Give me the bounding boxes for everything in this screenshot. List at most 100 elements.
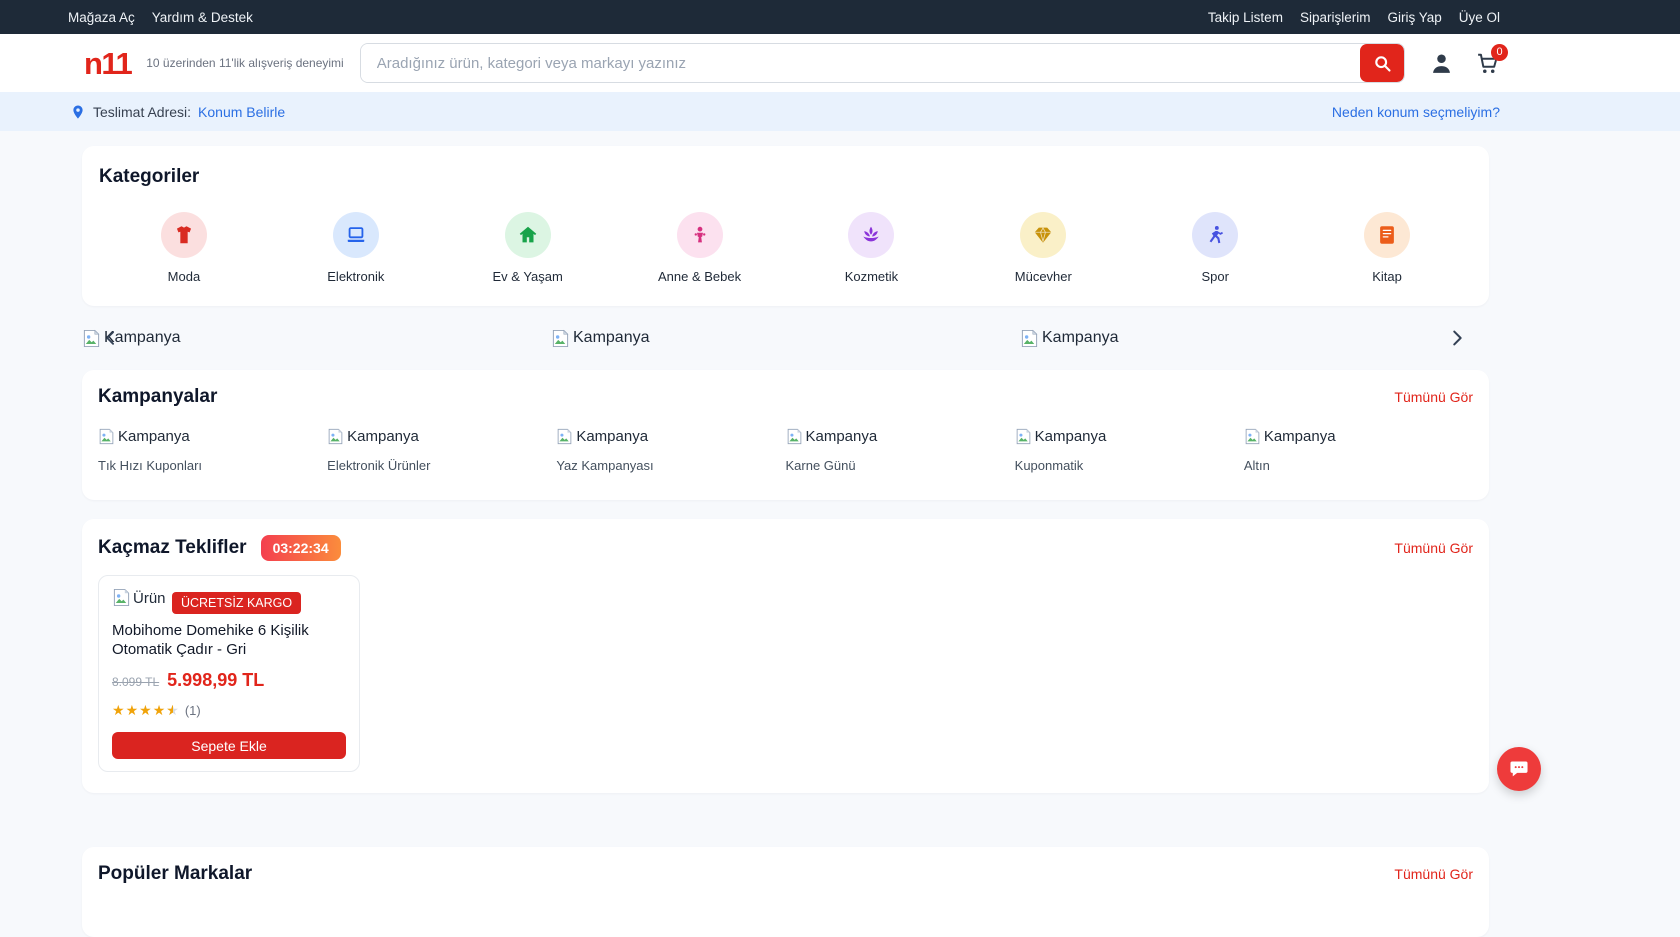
hero-banner-carousel: Kampanya Kampanya Kampanya <box>82 318 1489 358</box>
category-item-spor[interactable]: Spor <box>1129 212 1301 284</box>
product-image-alt: Ürün <box>133 590 166 607</box>
review-count: (1) <box>185 703 201 718</box>
campaigns-see-all-link[interactable]: Tümünü Gör <box>1394 389 1473 405</box>
laptop-icon <box>333 212 379 258</box>
n11-logo[interactable]: n11 <box>84 48 131 79</box>
broken-image-icon <box>98 428 115 445</box>
site-header: n11 10 üzerinden 11'lik alışveriş deneyi… <box>0 34 1680 92</box>
category-item-kozmetik[interactable]: Kozmetik <box>786 212 958 284</box>
campaign-caption: Tık Hızı Kuponları <box>98 458 327 473</box>
hero-slide[interactable]: Kampanya <box>1020 329 1489 348</box>
product-card[interactable]: Ürün ÜCRETSİZ KARGO Mobihome Domehike 6 … <box>98 575 360 772</box>
campaign-image-alt: Kampanya <box>1264 428 1336 445</box>
search-icon <box>1372 53 1393 74</box>
broken-image-icon <box>556 428 573 445</box>
campaign-image-alt: Kampanya <box>806 428 878 445</box>
campaign-item[interactable]: Kampanya Karne Günü <box>786 428 1015 473</box>
carousel-prev-button[interactable] <box>101 328 121 348</box>
category-label: Moda <box>168 269 201 284</box>
product-image-area: Ürün ÜCRETSİZ KARGO <box>112 588 346 614</box>
set-location-link[interactable]: Konum Belirle <box>198 104 285 120</box>
cart-button[interactable]: 0 <box>1475 51 1500 76</box>
campaign-image-alt: Kampanya <box>347 428 419 445</box>
tshirt-icon <box>161 212 207 258</box>
countdown-timer-badge: 03:22:34 <box>261 535 341 561</box>
top-utility-bar: Mağaza Aç Yardım & Destek Takip Listem S… <box>0 0 1680 34</box>
watchlist-link[interactable]: Takip Listem <box>1208 10 1283 25</box>
search-button[interactable] <box>1360 44 1404 82</box>
broken-image-icon <box>1015 428 1032 445</box>
cart-count-badge: 0 <box>1491 44 1508 61</box>
campaign-item[interactable]: Kampanya Tık Hızı Kuponları <box>98 428 327 473</box>
header-actions: 0 <box>1429 51 1500 76</box>
baby-icon <box>677 212 723 258</box>
broken-image-icon <box>551 329 570 348</box>
star-icon: ★ <box>112 702 125 719</box>
chat-button[interactable] <box>1497 747 1541 791</box>
home-icon <box>505 212 551 258</box>
chevron-left-icon <box>101 328 121 348</box>
categories-title: Kategoriler <box>99 166 1473 188</box>
main-content: Kategoriler Moda Elektronik Ev & Yaşam <box>0 131 1680 937</box>
category-item-kitap[interactable]: Kitap <box>1301 212 1473 284</box>
category-item-elektronik[interactable]: Elektronik <box>270 212 442 284</box>
half-star-icon: ★★ <box>166 702 179 719</box>
category-label: Anne & Bebek <box>658 269 741 284</box>
campaigns-title: Kampanyalar <box>98 386 217 408</box>
account-button[interactable] <box>1429 51 1454 76</box>
broken-image-icon <box>327 428 344 445</box>
campaign-image-alt: Kampanya <box>118 428 190 445</box>
location-pin-icon <box>70 104 86 120</box>
category-item-moda[interactable]: Moda <box>98 212 270 284</box>
category-item-ev-yasam[interactable]: Ev & Yaşam <box>442 212 614 284</box>
popular-brands-section: Popüler Markalar Tümünü Gör <box>82 847 1489 937</box>
search-bar <box>360 43 1405 83</box>
broken-image-icon <box>82 329 101 348</box>
campaigns-grid: Kampanya Tık Hızı Kuponları Kampanya Ele… <box>98 428 1473 473</box>
carousel-next-button[interactable] <box>1446 327 1468 349</box>
why-location-link[interactable]: Neden konum seçmeliyim? <box>1332 104 1500 120</box>
broken-image-icon: Ürün <box>112 588 166 607</box>
chevron-right-icon <box>1446 327 1468 349</box>
deals-see-all-link[interactable]: Tümünü Gör <box>1394 540 1473 556</box>
hero-slide[interactable]: Kampanya <box>82 329 551 348</box>
campaign-item[interactable]: Kampanya Altın <box>1244 428 1473 473</box>
search-input[interactable] <box>361 44 1360 82</box>
category-label: Spor <box>1201 269 1228 284</box>
campaign-caption: Elektronik Ürünler <box>327 458 556 473</box>
topbar-left-links: Mağaza Aç Yardım & Destek <box>68 10 253 25</box>
open-store-link[interactable]: Mağaza Aç <box>68 10 135 25</box>
brands-see-all-link[interactable]: Tümünü Gör <box>1394 866 1473 882</box>
help-support-link[interactable]: Yardım & Destek <box>152 10 253 25</box>
campaign-item[interactable]: Kampanya Elektronik Ürünler <box>327 428 556 473</box>
product-price: 5.998,99 TL <box>167 670 264 691</box>
product-rating: ★★★★★★ (1) <box>112 702 346 719</box>
popular-brands-title: Popüler Markalar <box>98 863 252 885</box>
deals-section: Kaçmaz Teklifler 03:22:34 Tümünü Gör Ürü… <box>82 519 1489 793</box>
register-link[interactable]: Üye Ol <box>1459 10 1500 25</box>
orders-link[interactable]: Siparişlerim <box>1300 10 1371 25</box>
add-to-cart-button[interactable]: Sepete Ekle <box>112 732 346 759</box>
campaign-item[interactable]: Kampanya Yaz Kampanyası <box>556 428 785 473</box>
hero-slide[interactable]: Kampanya <box>551 329 1020 348</box>
category-label: Elektronik <box>327 269 384 284</box>
campaign-image-alt: Kampanya <box>1035 428 1107 445</box>
category-item-mucevher[interactable]: Mücevher <box>957 212 1129 284</box>
category-label: Kozmetik <box>845 269 898 284</box>
campaign-item[interactable]: Kampanya Kuponmatik <box>1015 428 1244 473</box>
book-icon <box>1364 212 1410 258</box>
category-label: Mücevher <box>1015 269 1072 284</box>
star-icon: ★ <box>126 702 139 719</box>
deals-title: Kaçmaz Teklifler <box>98 537 247 559</box>
hero-slide-alt-text: Kampanya <box>1042 329 1119 347</box>
campaign-caption: Yaz Kampanyası <box>556 458 785 473</box>
campaign-image-alt: Kampanya <box>576 428 648 445</box>
brand-tagline: 10 üzerinden 11'lik alışveriş deneyimi <box>146 56 344 70</box>
campaign-caption: Kuponmatik <box>1015 458 1244 473</box>
category-item-anne-bebek[interactable]: Anne & Bebek <box>614 212 786 284</box>
login-link[interactable]: Giriş Yap <box>1387 10 1441 25</box>
user-icon <box>1429 51 1454 76</box>
campaigns-section: Kampanyalar Tümünü Gör Kampanya Tık Hızı… <box>82 370 1489 500</box>
chat-bubble-icon <box>1508 758 1530 780</box>
broken-image-icon <box>1020 329 1039 348</box>
